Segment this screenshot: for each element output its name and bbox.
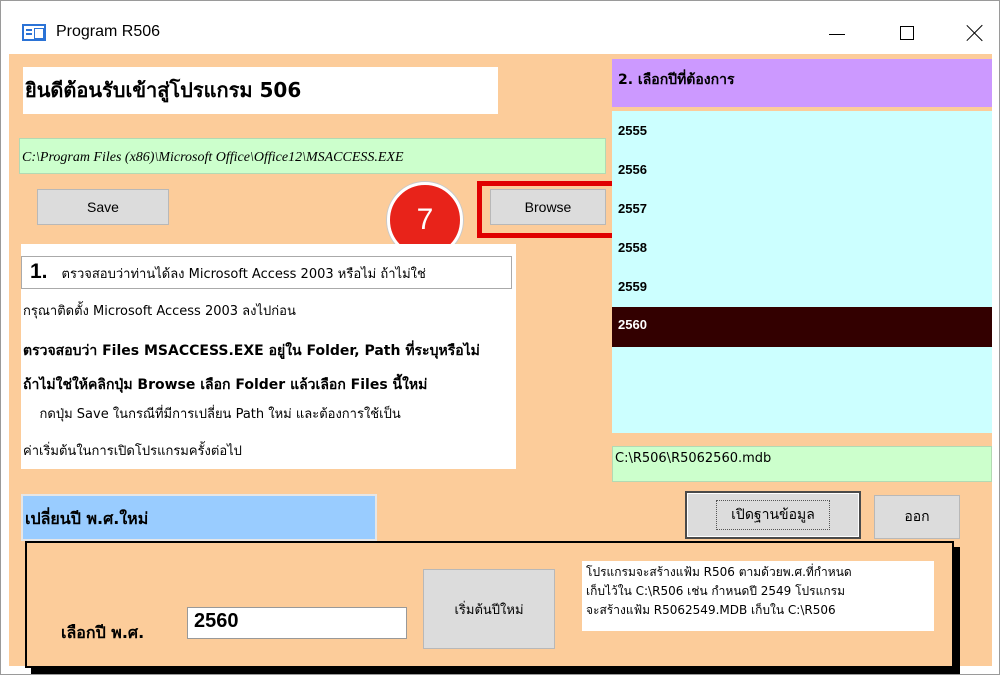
app-form-icon bbox=[22, 24, 46, 41]
year-list-item[interactable]: 2557 bbox=[612, 191, 992, 227]
note-line: โปรแกรมจะสร้างแฟ้ม R506 ตามด้วยพ.ศ.ที่กำ… bbox=[586, 565, 852, 579]
minimize-button[interactable] bbox=[814, 15, 860, 51]
access-path-field[interactable]: C:\Program Files (x86)\Microsoft Office\… bbox=[19, 138, 606, 174]
year-list-item-selected[interactable]: 2560 bbox=[612, 307, 992, 347]
main-form: ยินดีต้อนรับเข้าสู่โปรแกรม 506 C:\Progra… bbox=[9, 54, 992, 668]
minimize-icon bbox=[829, 33, 845, 35]
instruction-line: ตรวจสอบว่าท่านได้ลง Microsoft Access 200… bbox=[61, 267, 426, 282]
maximize-button[interactable] bbox=[884, 15, 930, 51]
instructions-panel: 1. ตรวจสอบว่าท่านได้ลง Microsoft Access 2… bbox=[21, 244, 516, 469]
open-database-label: เปิดฐานข้อมูล bbox=[716, 500, 830, 530]
note-line: เก็บไว้ใน C:\R506 เช่น กำหนดปี 2549 โปรแ… bbox=[586, 584, 845, 598]
maximize-icon bbox=[900, 26, 914, 40]
save-button[interactable]: Save bbox=[37, 189, 169, 225]
exit-button[interactable]: ออก bbox=[874, 495, 960, 539]
title-bar: Program R506 bbox=[1, 1, 999, 54]
year-select-label: เลือกปี พ.ศ. bbox=[61, 623, 145, 642]
instruction-line: ค่าเริ่มต้นในการเปิดโปรแกรมครั้งต่อไป bbox=[23, 444, 242, 459]
year-list-item[interactable]: 2555 bbox=[612, 113, 992, 149]
database-path-field[interactable]: C:\R506\R5062560.mdb bbox=[612, 446, 992, 482]
change-year-heading: เปลี่ยนปี พ.ศ.ใหม่ bbox=[21, 494, 377, 541]
start-new-year-button[interactable]: เริ่มต้นปีใหม่ bbox=[423, 569, 555, 649]
instruction-line: กดปุ่ม Save ในกรณีที่มีการเปลี่ยน Path ใ… bbox=[23, 407, 401, 422]
window-title: Program R506 bbox=[56, 23, 161, 40]
year-list[interactable]: 2555 2556 2557 2558 2559 2560 bbox=[612, 111, 992, 433]
close-button[interactable] bbox=[952, 15, 998, 51]
year-list-item[interactable]: 2558 bbox=[612, 230, 992, 266]
instruction-step-1: 1. ตรวจสอบว่าท่านได้ลง Microsoft Access 2… bbox=[21, 256, 512, 289]
year-list-header: 2. เลือกปีที่ต้องการ bbox=[612, 59, 992, 107]
note-line: จะสร้างแฟ้ม R5062549.MDB เก็บใน C:\R506 bbox=[586, 603, 836, 617]
year-list-item[interactable]: 2556 bbox=[612, 152, 992, 188]
instruction-line: ตรวจสอบว่า Files MSACCESS.EXE อยู่ใน Fol… bbox=[23, 343, 480, 359]
open-database-button[interactable]: เปิดฐานข้อมูล bbox=[685, 491, 861, 539]
new-year-panel: เลือกปี พ.ศ. 2560 เริ่มต้นปีใหม่ โปรแกรม… bbox=[25, 541, 954, 668]
year-input[interactable]: 2560 bbox=[187, 607, 407, 639]
year-list-item[interactable]: 2559 bbox=[612, 269, 992, 305]
step-number: 1. bbox=[30, 260, 48, 283]
close-icon bbox=[966, 24, 984, 42]
new-year-note: โปรแกรมจะสร้างแฟ้ม R506 ตามด้วยพ.ศ.ที่กำ… bbox=[582, 561, 934, 631]
program-window: Program R506 ยินดีต้อนรับเข้าสู่โปรแกรม … bbox=[0, 0, 1000, 675]
instruction-line: กรุณาติดตั้ง Microsoft Access 2003 ลงไปก… bbox=[23, 304, 296, 319]
welcome-heading: ยินดีต้อนรับเข้าสู่โปรแกรม 506 bbox=[23, 67, 498, 114]
instruction-line: ถ้าไม่ใช่ให้คลิกปุ่ม Browse เลือก Folder… bbox=[23, 377, 428, 393]
browse-highlight-frame bbox=[477, 181, 617, 238]
